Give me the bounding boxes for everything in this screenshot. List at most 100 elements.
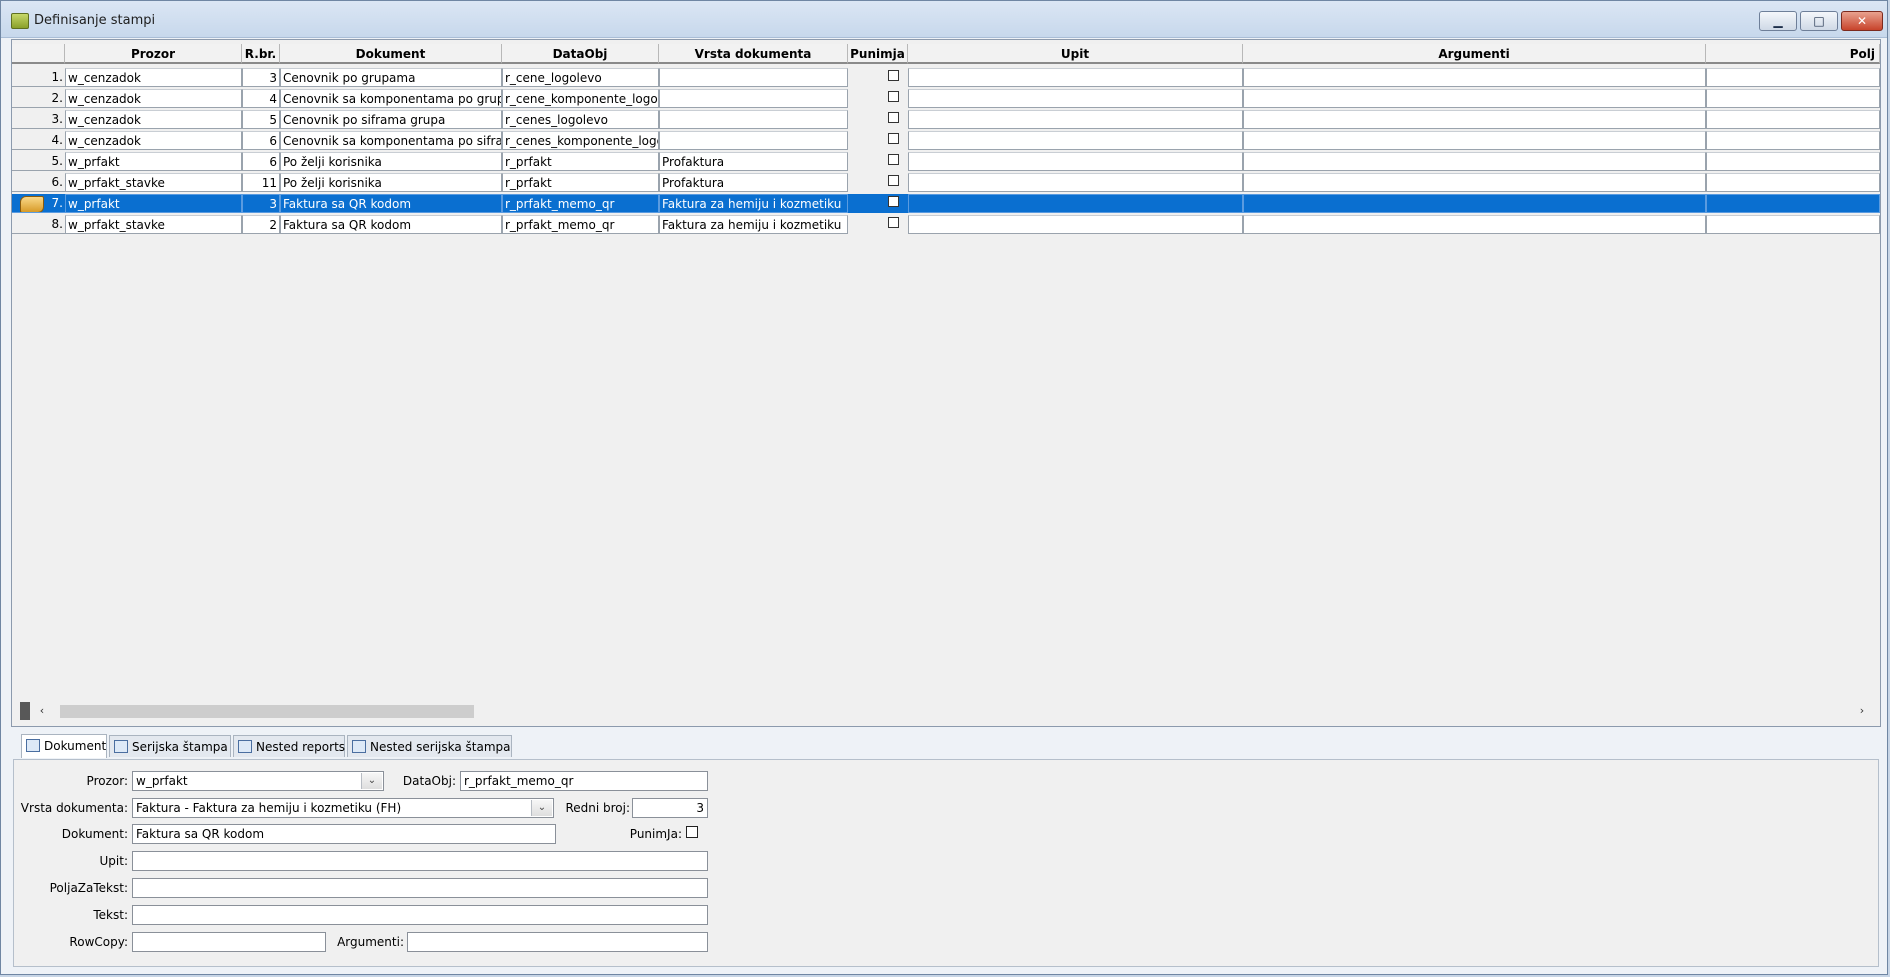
table-row[interactable]: 4. w_cenzadok 6 Cenovnik sa komponentama po… — [12, 131, 1880, 152]
prozor-cell[interactable]: w_prfakt_stavke — [65, 173, 242, 192]
close-button[interactable]: ✕ — [1841, 11, 1883, 31]
rbr-cell[interactable]: 11 — [242, 173, 280, 192]
rowcopy-field[interactable] — [132, 932, 326, 952]
dokument-field[interactable]: Faktura sa QR kodom — [132, 824, 556, 844]
punimja-checkbox[interactable] — [888, 133, 899, 144]
scrollbar-splitter[interactable] — [20, 702, 30, 720]
argumenti-cell[interactable] — [1243, 152, 1706, 171]
column-header-argumenti[interactable]: Argumenti — [1243, 44, 1706, 64]
row-number[interactable]: 7. — [12, 194, 65, 213]
table-row[interactable]: 6. w_prfakt_stavke 11 Po želji korisnika r_p… — [12, 173, 1880, 194]
polja-cell[interactable] — [1706, 152, 1880, 171]
vrsta-dokumenta-dropdown[interactable]: Faktura - Faktura za hemiju i kozmetiku … — [132, 798, 554, 818]
dataobj-field[interactable]: r_prfakt_memo_qr — [460, 771, 708, 791]
row-number[interactable]: 4. — [12, 131, 65, 150]
argumenti-cell[interactable] — [1243, 194, 1706, 213]
dokument-cell[interactable]: Faktura sa QR kodom — [280, 215, 502, 234]
polja-cell[interactable] — [1706, 68, 1880, 87]
punimja-checkbox[interactable] — [888, 70, 899, 81]
minimize-button[interactable]: ▁ — [1759, 11, 1797, 31]
upit-cell[interactable] — [908, 89, 1243, 108]
dataobj-cell[interactable]: r_prfakt — [502, 152, 659, 171]
vrsta-cell[interactable]: Profaktura — [659, 173, 848, 192]
rbr-cell[interactable]: 2 — [242, 215, 280, 234]
argumenti-cell[interactable] — [1243, 110, 1706, 129]
polja-cell[interactable] — [1706, 110, 1880, 129]
dokument-cell[interactable]: Po želji korisnika — [280, 173, 502, 192]
row-number[interactable]: 6. — [12, 173, 65, 192]
tab-nested-serijska-stampa[interactable]: Nested serijska štampa — [347, 735, 512, 757]
column-header-dokument[interactable]: Dokument — [280, 44, 502, 64]
dataobj-cell[interactable]: r_cene_logolevo — [502, 68, 659, 87]
vrsta-cell[interactable]: Profaktura — [659, 152, 848, 171]
punimja-checkbox[interactable] — [888, 175, 899, 186]
vrsta-cell[interactable] — [659, 89, 848, 108]
punimja-checkbox[interactable] — [888, 91, 899, 102]
argumenti-cell[interactable] — [1243, 131, 1706, 150]
row-number[interactable]: 2. — [12, 89, 65, 108]
argumenti-cell[interactable] — [1243, 215, 1706, 234]
column-header-dataobj[interactable]: DataObj — [502, 44, 659, 64]
punimja-checkbox[interactable] — [686, 826, 698, 838]
prozor-cell[interactable]: w_prfakt — [65, 152, 242, 171]
scrollbar-thumb[interactable] — [60, 705, 474, 718]
polja-cell[interactable] — [1706, 194, 1880, 213]
table-row[interactable]: 2. w_cenzadok 4 Cenovnik sa komponentama po… — [12, 89, 1880, 110]
upit-cell[interactable] — [908, 215, 1243, 234]
column-header-upit[interactable]: Upit — [908, 44, 1243, 64]
punimja-checkbox[interactable] — [888, 112, 899, 123]
table-row[interactable]: 8. w_prfakt_stavke 2 Faktura sa QR kodom r_p… — [12, 215, 1880, 236]
horizontal-scrollbar[interactable]: ‹ › — [20, 702, 1872, 720]
upit-cell[interactable] — [908, 173, 1243, 192]
upit-cell[interactable] — [908, 68, 1243, 87]
scroll-right-icon[interactable]: › — [1854, 702, 1870, 720]
dokument-cell[interactable]: Cenovnik sa komponentama po siframa — [280, 131, 502, 150]
dokument-cell[interactable]: Cenovnik sa komponentama po grupama — [280, 89, 502, 108]
vrsta-cell[interactable]: Faktura za hemiju i kozmetiku — [659, 215, 848, 234]
row-number[interactable]: 3. — [12, 110, 65, 129]
redni-broj-field[interactable]: 3 — [632, 798, 708, 818]
vrsta-cell[interactable] — [659, 68, 848, 87]
prozor-cell[interactable]: w_cenzadok — [65, 131, 242, 150]
rbr-cell[interactable]: 6 — [242, 131, 280, 150]
upit-cell[interactable] — [908, 152, 1243, 171]
upit-cell[interactable] — [908, 131, 1243, 150]
polja-cell[interactable] — [1706, 89, 1880, 108]
vrsta-cell[interactable]: Faktura za hemiju i kozmetiku — [659, 194, 848, 213]
prozor-cell[interactable]: w_cenzadok — [65, 89, 242, 108]
dokument-cell[interactable]: Cenovnik po grupama — [280, 68, 502, 87]
column-header-prozor[interactable]: Prozor — [65, 44, 242, 64]
scroll-left-icon[interactable]: ‹ — [34, 702, 50, 720]
upit-cell[interactable] — [908, 110, 1243, 129]
dataobj-cell[interactable]: r_prfakt_memo_qr — [502, 194, 659, 213]
chevron-down-icon[interactable]: ⌄ — [361, 773, 382, 789]
table-row[interactable]: 5. w_prfakt 6 Po želji korisnika r_prfakt Pro… — [12, 152, 1880, 173]
dataobj-cell[interactable]: r_prfakt — [502, 173, 659, 192]
rbr-cell[interactable]: 6 — [242, 152, 280, 171]
rbr-cell[interactable]: 3 — [242, 68, 280, 87]
dokument-cell[interactable]: Faktura sa QR kodom — [280, 194, 502, 213]
upit-cell[interactable] — [908, 194, 1243, 213]
table-row[interactable]: 1. w_cenzadok 3 Cenovnik po grupama r_cene_l… — [12, 68, 1880, 89]
punimja-checkbox[interactable] — [888, 217, 899, 228]
dataobj-cell[interactable]: r_prfakt_memo_qr — [502, 215, 659, 234]
prozor-cell[interactable]: w_prfakt_stavke — [65, 215, 242, 234]
punimja-checkbox[interactable] — [888, 154, 899, 165]
prozor-cell[interactable]: w_prfakt — [65, 194, 242, 213]
polja-cell[interactable] — [1706, 215, 1880, 234]
tab-nested-reports[interactable]: Nested reports — [233, 735, 345, 757]
row-number[interactable]: 8. — [12, 215, 65, 234]
prozor-dropdown[interactable]: w_prfakt ⌄ — [132, 771, 384, 791]
dataobj-cell[interactable]: r_cenes_komponente_logolevo — [502, 131, 659, 150]
column-header-punimja[interactable]: Punimja — [848, 44, 908, 64]
vrsta-cell[interactable] — [659, 131, 848, 150]
dokument-cell[interactable]: Po želji korisnika — [280, 152, 502, 171]
row-number[interactable]: 1. — [12, 68, 65, 87]
vrsta-cell[interactable] — [659, 110, 848, 129]
table-row[interactable]: 7. w_prfakt 3 Faktura sa QR kodom r_prfakt_m… — [12, 194, 1880, 215]
argumenti-field[interactable] — [407, 932, 708, 952]
prozor-cell[interactable]: w_cenzadok — [65, 110, 242, 129]
polja-cell[interactable] — [1706, 131, 1880, 150]
rbr-cell[interactable]: 3 — [242, 194, 280, 213]
rbr-cell[interactable]: 4 — [242, 89, 280, 108]
